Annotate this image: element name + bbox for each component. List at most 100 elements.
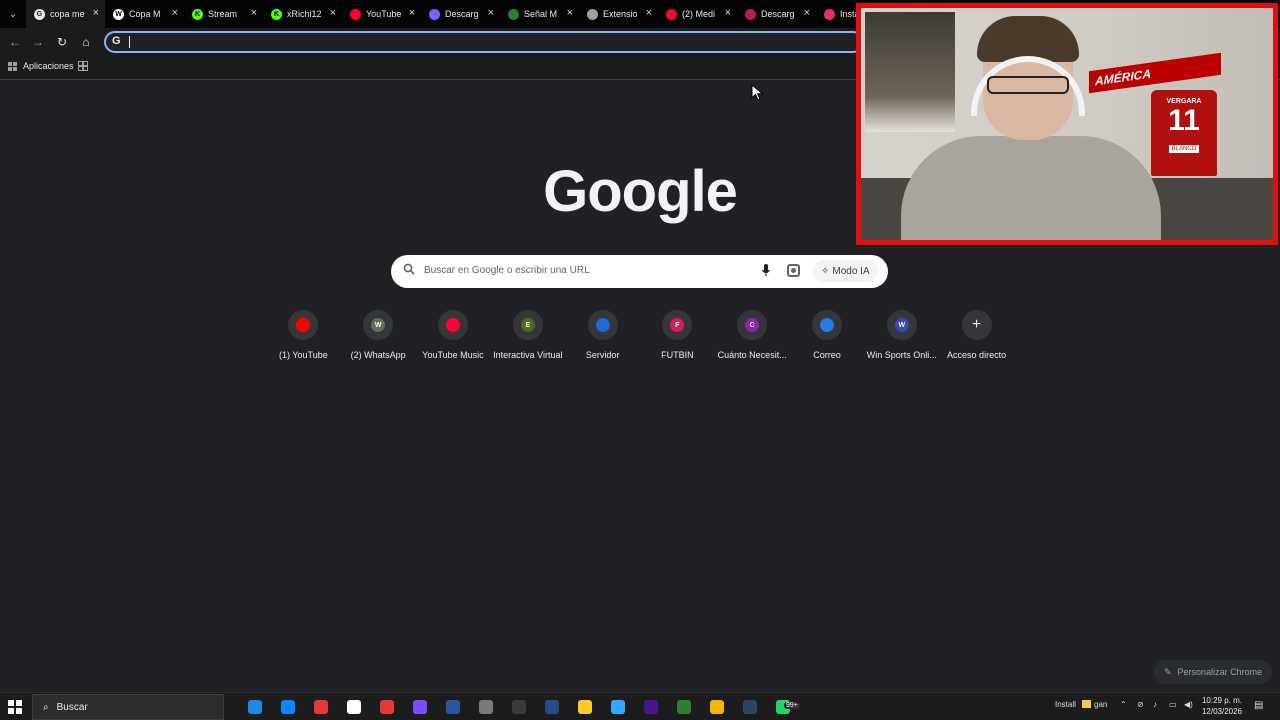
clock-date: 12/03/2026 xyxy=(1201,707,1243,716)
shortcut-label: Win Sports Onli... xyxy=(866,350,937,360)
tab-favicon-icon: G xyxy=(34,8,45,20)
shortcut-favicon-icon: W xyxy=(371,318,386,332)
tab-close-icon[interactable]: × xyxy=(804,7,810,19)
shortcut-tile[interactable]: Servidor xyxy=(565,310,640,360)
shortcut-tile[interactable]: + Acceso directo xyxy=(939,310,1014,360)
shortcut-tile[interactable]: W Win Sports Onli... xyxy=(864,310,939,360)
taskbar-app-icon[interactable] xyxy=(446,700,460,714)
taskbar-app-icon[interactable] xyxy=(413,700,427,714)
browser-tab[interactable]: K Stream × xyxy=(184,0,263,28)
taskbar-app-icon[interactable] xyxy=(710,700,724,714)
shortcut-circle xyxy=(437,310,468,340)
search-icon xyxy=(403,263,415,278)
tab-close-icon[interactable]: × xyxy=(646,7,652,19)
taskbar-app-icon[interactable] xyxy=(677,700,691,714)
shortcut-favicon-icon: C xyxy=(745,318,760,332)
browser-tab[interactable]: Descarg × xyxy=(421,0,500,28)
browser-tab[interactable]: Descarg × xyxy=(737,0,816,28)
taskbar-app-icon[interactable] xyxy=(380,700,394,714)
bookmark-apps[interactable]: Aplicaciones xyxy=(8,61,74,71)
shortcut-circle xyxy=(587,310,618,340)
taskbar-app-icon[interactable] xyxy=(743,700,757,714)
taskbar-app-icon[interactable] xyxy=(644,700,658,714)
windows-start-icon[interactable] xyxy=(8,700,22,714)
taskbar-app-icon[interactable] xyxy=(281,700,295,714)
tab-close-icon[interactable]: × xyxy=(251,7,257,19)
back-arrow-icon[interactable]: ← xyxy=(6,33,24,51)
tab-favicon-icon: K xyxy=(192,8,203,20)
shortcut-tile[interactable]: E Interactiva Virtual xyxy=(490,310,565,360)
google-lens-icon[interactable] xyxy=(787,264,800,277)
address-bar[interactable]: G xyxy=(104,31,864,53)
customize-chrome-button[interactable]: ✎ Personalizar Chrome xyxy=(1154,660,1273,684)
taskbar-app-icon[interactable] xyxy=(347,700,361,714)
tab-close-icon[interactable]: × xyxy=(330,7,336,19)
shortcut-circle: W xyxy=(363,310,394,340)
system-clock[interactable]: 10:29 p. m. 12/03/2026 xyxy=(1198,695,1246,717)
tab-favicon-icon xyxy=(666,8,677,20)
browser-tab[interactable]: W Copa M × xyxy=(105,0,184,28)
tray-folder-icon[interactable] xyxy=(1082,700,1091,710)
taskbar-app-icon[interactable] xyxy=(479,700,493,714)
shortcut-circle: + xyxy=(961,310,992,340)
tray-install[interactable]: Install xyxy=(1055,700,1076,709)
browser-tab[interactable]: (2) Medi × xyxy=(658,0,737,28)
tab-title: Stream xyxy=(208,9,238,19)
tray-network-off-icon[interactable]: ⊘ xyxy=(1137,700,1144,709)
browser-tab[interactable]: Gcopa me × xyxy=(26,0,105,28)
taskbar-app-icon[interactable] xyxy=(248,700,262,714)
tab-close-icon[interactable]: × xyxy=(567,7,573,19)
shortcut-tile[interactable]: F FUTBIN xyxy=(640,310,715,360)
bookmark-apps-label: Aplicaciones xyxy=(23,61,74,71)
shortcut-favicon-icon xyxy=(296,318,311,332)
tab-title: copa me xyxy=(50,9,85,19)
tab-groups-icon[interactable] xyxy=(78,61,88,71)
tray-gan[interactable]: gan xyxy=(1094,700,1107,709)
tab-search-chevron-icon[interactable]: ⌄ xyxy=(0,0,26,28)
ai-mode-button[interactable]: ✧ Modo IA xyxy=(813,260,878,282)
ai-mode-icon: ✧ xyxy=(821,265,830,277)
taskbar-app-icon[interactable] xyxy=(512,700,526,714)
shortcut-tile[interactable]: C Cuánto Necesit... xyxy=(715,310,790,360)
browser-tab[interactable]: Señal M × xyxy=(500,0,579,28)
tab-title: Descarg xyxy=(761,9,795,19)
tab-close-icon[interactable]: × xyxy=(488,7,494,19)
search-input[interactable]: Buscar en Google o escribir una URL xyxy=(424,265,590,276)
tab-close-icon[interactable]: × xyxy=(409,7,415,19)
tab-title: Señal M xyxy=(524,9,558,19)
shortcut-tile[interactable]: Correo xyxy=(790,310,865,360)
shortcut-tile[interactable]: (1) YouTube xyxy=(266,310,341,360)
browser-tab[interactable]: YouTube × xyxy=(342,0,421,28)
microphone-icon[interactable] xyxy=(761,262,771,278)
taskbar-app-icon[interactable] xyxy=(545,700,559,714)
reload-icon[interactable]: ↻ xyxy=(53,33,71,51)
taskbar-app-icon[interactable] xyxy=(314,700,328,714)
taskbar-app-icon[interactable] xyxy=(578,700,592,714)
shortcut-circle: F xyxy=(662,310,693,340)
text-caret xyxy=(129,36,130,48)
tray-volume-icon[interactable]: ◀) xyxy=(1184,700,1193,709)
forward-arrow-icon[interactable]: → xyxy=(29,33,47,51)
browser-tab[interactable]: KxRichi12 × xyxy=(263,0,342,28)
taskbar-app-icon[interactable] xyxy=(611,700,625,714)
tab-favicon-icon: K xyxy=(271,8,282,20)
home-icon[interactable]: ⌂ xyxy=(77,33,95,51)
shortcut-tile[interactable]: W (2) WhatsApp xyxy=(341,310,416,360)
shortcut-tile[interactable]: YouTube Music xyxy=(416,310,491,360)
tab-close-icon[interactable]: × xyxy=(725,7,731,19)
tray-mic-icon[interactable]: ♪ xyxy=(1153,700,1157,709)
shortcut-label: Servidor xyxy=(585,350,620,360)
tab-close-icon[interactable]: × xyxy=(93,7,99,19)
tab-title: Extensio xyxy=(603,9,638,19)
search-box[interactable]: Buscar en Google o escribir una URL ✧ Mo… xyxy=(391,255,888,288)
browser-tab[interactable]: Extensio × xyxy=(579,0,658,28)
tray-display-icon[interactable]: ▭ xyxy=(1169,700,1177,709)
tab-title: Descarg xyxy=(445,9,479,19)
tray-chevron-icon[interactable]: ⌃ xyxy=(1120,700,1127,709)
tab-favicon-icon xyxy=(587,8,598,20)
tab-title: xRichi12 xyxy=(287,9,322,19)
shortcut-circle: C xyxy=(737,310,768,340)
tab-close-icon[interactable]: × xyxy=(172,7,178,19)
notifications-icon[interactable]: ▤ xyxy=(1254,700,1263,711)
taskbar-search[interactable]: ⌕ Buscar xyxy=(32,694,224,720)
